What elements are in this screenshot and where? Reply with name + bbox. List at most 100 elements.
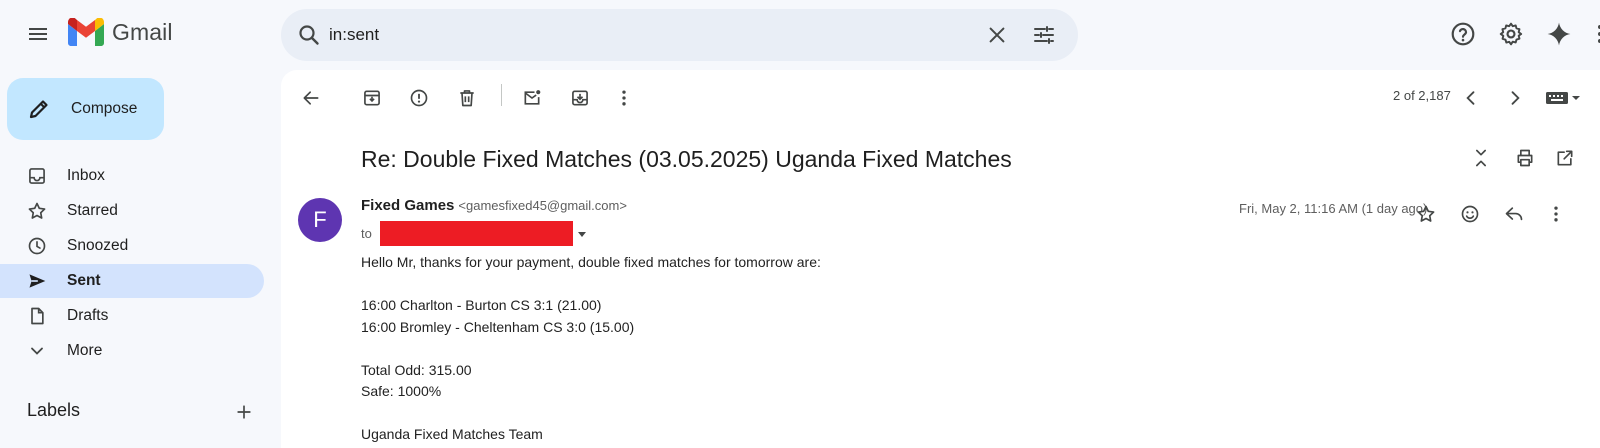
settings-button[interactable]	[1491, 14, 1531, 54]
more-vert-icon	[1554, 206, 1558, 222]
sender-name[interactable]: Fixed Games	[361, 197, 454, 214]
avatar-letter: F	[313, 207, 327, 232]
sidebar-item-inbox[interactable]: Inbox	[0, 159, 264, 193]
sidebar-item-snoozed[interactable]: Snoozed	[0, 229, 264, 263]
recipient-line: to	[361, 221, 587, 246]
chevron-down-icon	[31, 347, 43, 355]
emoji-icon	[1461, 205, 1479, 223]
pencil-icon	[29, 100, 48, 119]
star-message-button[interactable]	[1406, 194, 1446, 234]
compose-button[interactable]: Compose	[7, 78, 164, 140]
search-input[interactable]	[329, 22, 929, 48]
message-date: Fri, May 2, 11:16 AM (1 day ago)	[1239, 201, 1428, 216]
input-tools-button[interactable]	[1539, 78, 1587, 118]
search-button[interactable]	[289, 15, 329, 55]
keyboard-icon	[1546, 92, 1580, 104]
back-arrow-icon	[303, 91, 319, 105]
mark-unread-button[interactable]	[512, 78, 552, 118]
body-line: Safe: 1000%	[361, 383, 442, 399]
print-icon	[1517, 149, 1533, 167]
open-in-new-icon	[1557, 150, 1573, 166]
gmail-m-icon	[68, 18, 104, 46]
more-actions-button[interactable]	[604, 78, 644, 118]
sidebar-item-starred[interactable]: Starred	[0, 194, 264, 228]
report-spam-button[interactable]	[399, 78, 439, 118]
gmail-logo[interactable]: Gmail	[68, 18, 173, 46]
collapse-all-button[interactable]	[1461, 138, 1501, 178]
sidebar-item-label: More	[67, 342, 103, 359]
message-view: 2 of 2,187 Re: Double Fixed Matches (03.…	[281, 70, 1600, 448]
reply-icon	[1505, 207, 1523, 221]
more-vert-icon	[622, 90, 626, 106]
print-button[interactable]	[1505, 138, 1545, 178]
to-label: to	[361, 226, 372, 241]
body-line: Total Odd: 315.00	[361, 361, 472, 378]
add-reaction-button[interactable]	[1450, 194, 1490, 234]
archive-button[interactable]	[352, 78, 392, 118]
send-icon	[29, 274, 46, 288]
sender-email: <gamesfixed45@gmail.com>	[458, 198, 627, 213]
create-label-button[interactable]	[224, 392, 264, 432]
back-button[interactable]	[291, 78, 331, 118]
chevron-left-icon	[1466, 91, 1475, 105]
clock-icon	[28, 237, 46, 255]
body-line: 16:00 Charlton - Burton CS 3:1 (21.00)	[361, 297, 602, 313]
body-line: 16:00 Bromley - Cheltenham CS 3:0 (15.00…	[361, 318, 635, 335]
menu-icon	[29, 28, 47, 40]
open-new-window-button[interactable]	[1545, 138, 1585, 178]
message-body: Hello Mr, thanks for your payment, doubl…	[361, 252, 821, 446]
help-button[interactable]	[1443, 14, 1483, 54]
body-line	[361, 274, 821, 296]
message-subject: Re: Double Fixed Matches (03.05.2025) Ug…	[361, 146, 1012, 172]
newer-button[interactable]	[1451, 78, 1491, 118]
body-line: Hello Mr, thanks for your payment, doubl…	[361, 254, 821, 270]
clear-search-button[interactable]	[977, 15, 1017, 55]
pagination-count: 2 of 2,187	[1393, 88, 1451, 103]
sidebar-item-label: Snoozed	[67, 237, 129, 254]
inbox-icon	[29, 168, 45, 184]
gemini-button[interactable]	[1539, 14, 1579, 54]
delete-button[interactable]	[447, 78, 487, 118]
search-bar	[281, 9, 1078, 61]
caret-down-icon[interactable]	[577, 229, 587, 239]
star-icon	[28, 202, 46, 219]
move-to-button[interactable]	[560, 78, 600, 118]
main-menu-button[interactable]	[18, 14, 58, 54]
settings-icon	[1499, 22, 1523, 46]
move-to-icon	[572, 90, 588, 106]
search-options-button[interactable]	[1024, 15, 1064, 55]
body-line	[361, 403, 821, 425]
gemini-icon	[1547, 22, 1571, 46]
search-icon	[299, 25, 319, 45]
body-line: Uganda Fixed Matches Team	[361, 426, 543, 442]
reply-button[interactable]	[1494, 194, 1534, 234]
star-icon	[1417, 205, 1435, 222]
older-button[interactable]	[1495, 78, 1535, 118]
sidebar-item-label: Inbox	[67, 167, 105, 184]
sidebar-item-drafts[interactable]: Drafts	[0, 299, 264, 333]
google-apps-button[interactable]	[1587, 14, 1600, 54]
help-icon	[1451, 22, 1475, 46]
body-line	[361, 338, 821, 360]
sender-info: Fixed Games <gamesfixed45@gmail.com>	[361, 197, 627, 214]
delete-icon	[460, 90, 474, 107]
clear-icon	[989, 27, 1005, 43]
archive-icon	[364, 90, 380, 106]
labels-heading: Labels	[27, 400, 81, 420]
plus-icon	[237, 405, 251, 419]
draft-icon	[31, 307, 44, 325]
app-name: Gmail	[112, 18, 173, 45]
filter-options-icon	[1034, 26, 1054, 44]
compose-label: Compose	[71, 100, 138, 117]
sidebar-item-more[interactable]: More	[0, 334, 264, 368]
mark-unread-icon	[524, 90, 541, 105]
redacted-recipient	[379, 221, 573, 246]
sidebar-item-label: Sent	[67, 272, 101, 289]
chevron-right-icon	[1511, 91, 1520, 105]
sidebar-item-sent[interactable]: Sent	[0, 264, 264, 298]
message-more-button[interactable]	[1536, 194, 1576, 234]
sidebar-item-label: Starred	[67, 202, 118, 219]
report-spam-icon	[410, 89, 428, 107]
sender-avatar[interactable]: F	[298, 198, 342, 242]
toolbar-divider	[501, 84, 502, 106]
